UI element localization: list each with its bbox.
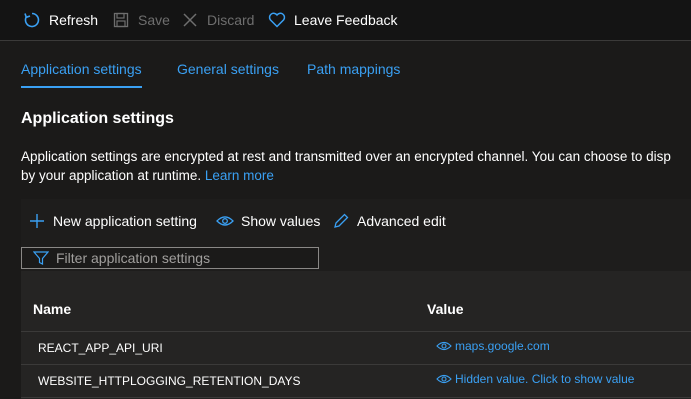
tab-general-settings[interactable]: General settings: [177, 61, 279, 77]
table-row[interactable]: REACT_APP_API_URI maps.google.com: [21, 332, 691, 365]
learn-more-link[interactable]: Learn more: [205, 168, 274, 183]
save-button[interactable]: Save: [112, 0, 170, 41]
tab-path-mappings[interactable]: Path mappings: [307, 61, 400, 77]
refresh-button[interactable]: Refresh: [23, 0, 98, 41]
save-label: Save: [138, 12, 170, 28]
column-header-value[interactable]: Value: [427, 301, 464, 317]
section-description: Application settings are encrypted at re…: [21, 147, 691, 185]
filter-input[interactable]: [56, 250, 296, 266]
settings-table: Name Value REACT_APP_API_URI maps.google…: [21, 271, 691, 398]
new-application-setting-button[interactable]: New application setting: [28, 199, 197, 243]
filter-box: [21, 247, 319, 269]
section-title: Application settings: [21, 110, 174, 127]
show-values-label: Show values: [241, 213, 321, 229]
refresh-label: Refresh: [49, 12, 99, 28]
discard-label: Discard: [207, 12, 255, 28]
advanced-edit-label: Advanced edit: [357, 213, 446, 229]
setting-name[interactable]: WEBSITE_HTTPLOGGING_RETENTION_DAYS: [38, 374, 301, 388]
table-row[interactable]: WEBSITE_HTTPLOGGING_RETENTION_DAYS Hidde…: [21, 365, 691, 398]
description-line-2: by your application at runtime. Learn mo…: [21, 166, 691, 185]
plus-icon: [28, 212, 46, 230]
description-line-1: Application settings are encrypted at re…: [21, 149, 671, 164]
save-icon: [112, 11, 130, 29]
settings-command-bar: New application setting Show values Adva…: [21, 199, 691, 243]
close-icon: [181, 11, 199, 29]
new-setting-label: New application setting: [53, 213, 197, 229]
show-values-button[interactable]: Show values: [216, 199, 320, 243]
discard-button[interactable]: Discard: [181, 0, 254, 41]
filter-icon: [33, 250, 49, 266]
settings-panel: New application setting Show values Adva…: [21, 199, 691, 399]
eye-icon: [436, 340, 452, 352]
setting-name[interactable]: REACT_APP_API_URI: [38, 341, 163, 355]
feedback-label: Leave Feedback: [294, 12, 398, 28]
tab-application-settings[interactable]: Application settings: [21, 61, 142, 88]
refresh-icon: [23, 11, 41, 29]
setting-value[interactable]: maps.google.com: [436, 339, 550, 353]
settings-tabs: Application settings General settings Pa…: [0, 41, 691, 97]
column-header-name[interactable]: Name: [33, 301, 71, 317]
eye-icon: [436, 373, 452, 385]
advanced-edit-button[interactable]: Advanced edit: [332, 199, 446, 243]
table-header: Name Value: [21, 271, 691, 332]
setting-value-text: maps.google.com: [455, 339, 550, 353]
eye-icon: [216, 212, 234, 230]
pencil-icon: [332, 212, 350, 230]
command-toolbar: Refresh Save Discard Leave Feedback: [0, 0, 691, 41]
leave-feedback-button[interactable]: Leave Feedback: [268, 0, 398, 41]
setting-value-text: Hidden value. Click to show value: [455, 372, 635, 386]
filter-bar: [21, 243, 691, 271]
description-line-2-text: by your application at runtime.: [21, 168, 202, 183]
heart-icon: [268, 11, 286, 29]
setting-value[interactable]: Hidden value. Click to show value: [436, 372, 634, 386]
